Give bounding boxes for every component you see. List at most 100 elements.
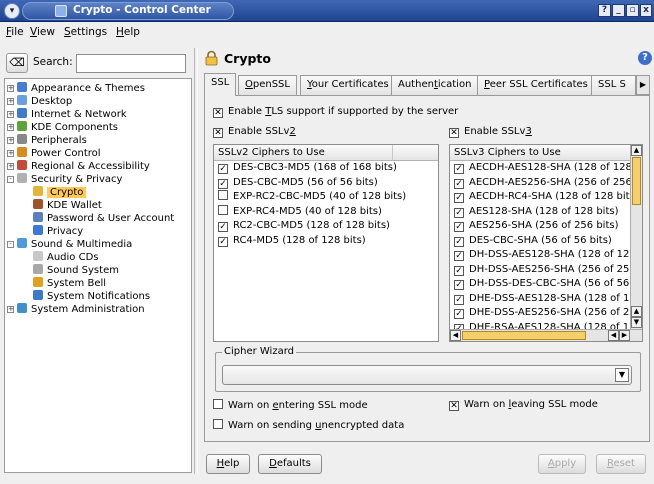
expand-icon[interactable]: + — [7, 150, 14, 157]
tls-support-checkbox[interactable]: ✕ Enable TLS support if supported by the … — [213, 106, 458, 118]
scroll-thumb[interactable] — [632, 157, 641, 205]
reset-button[interactable]: Reset — [596, 454, 646, 474]
tree-item[interactable]: Security & Privacy — [17, 173, 122, 186]
cipher-item[interactable]: ✓ DES-CBC-SHA (56 of 56 bits) — [450, 234, 630, 249]
scroll-up-icon[interactable]: ▲ — [631, 306, 642, 317]
cipher-item[interactable]: ✓ DES-CBC3-MD5 (168 of 168 bits) — [214, 161, 438, 176]
cipher-checkbox[interactable]: ✓ — [454, 236, 464, 247]
scroll-left-icon[interactable]: ◀ — [608, 330, 619, 341]
cipher-item[interactable]: ✓ DH-DSS-DES-CBC-SHA (56 of 56 b — [450, 277, 639, 292]
expand-icon[interactable]: + — [7, 124, 14, 131]
enable-sslv2-checkbox[interactable]: ✕ Enable SSLv2 — [213, 126, 296, 138]
tree-item[interactable]: System Administration — [17, 303, 145, 316]
tree-item[interactable]: Desktop — [17, 95, 72, 108]
cipher-item[interactable]: ✓ DHE-DSS-AES256-SHA (256 of 256 — [450, 306, 642, 321]
cipher-item[interactable]: ✓ RC2-CBC-MD5 (128 of 128 bits) — [214, 219, 438, 234]
cipher-item[interactable]: ✓ DH-DSS-AES128-SHA (128 of 128 — [450, 248, 636, 263]
collapse-icon[interactable]: - — [7, 241, 14, 248]
tree-item[interactable]: System Bell — [33, 277, 106, 290]
sslv3-vertical-scrollbar[interactable]: ▲ ▲ ▼ — [630, 145, 642, 329]
tree-item[interactable]: Appearance & Themes — [17, 82, 145, 95]
help-window-button[interactable]: ? — [598, 4, 611, 17]
expand-icon[interactable]: + — [7, 85, 14, 92]
tab-scroll-right-icon[interactable]: ▶ — [636, 75, 650, 95]
tree-item[interactable]: Privacy — [33, 225, 83, 238]
enable-sslv3-checkbox[interactable]: ✕ Enable SSLv3 — [449, 126, 532, 138]
h-scroll-thumb[interactable] — [462, 331, 586, 340]
cipher-checkbox[interactable]: ✓ — [454, 294, 464, 305]
help-icon[interactable]: ? — [638, 51, 652, 65]
cipher-checkbox[interactable]: ✓ — [454, 222, 464, 232]
tree-item[interactable]: System Notifications — [33, 290, 150, 303]
cipher-checkbox[interactable]: ✓ — [454, 309, 464, 319]
tab-openssl[interactable]: OpenSSL — [238, 75, 297, 95]
cipher-item[interactable]: ✓ AES256-SHA (256 of 256 bits) — [450, 219, 630, 234]
cipher-checkbox[interactable]: ✓ — [218, 178, 228, 189]
warn-leaving-checkbox[interactable]: ✕ Warn on leaving SSL mode — [449, 399, 598, 411]
expand-icon[interactable]: + — [7, 137, 14, 144]
search-input[interactable] — [76, 54, 186, 73]
tab-ssl-signers[interactable]: SSL S — [591, 75, 636, 95]
expand-icon[interactable]: + — [7, 98, 14, 105]
tree-item[interactable]: KDE Wallet — [33, 199, 102, 212]
menu-file[interactable]: File — [6, 26, 24, 38]
cipher-item[interactable]: ✓ AECDH-AES128-SHA (128 of 128 b — [450, 161, 641, 176]
help-button[interactable]: Help — [206, 454, 250, 474]
cipher-item[interactable]: ✓ DH-DSS-AES256-SHA (256 of 256 — [450, 263, 636, 278]
cipher-checkbox[interactable]: ✓ — [454, 164, 464, 174]
tab-your-certificates[interactable]: Your Certificates — [300, 75, 396, 95]
module-tree[interactable]: Appearance & Themes + Desktop + Internet & N… — [4, 78, 192, 473]
apply-button[interactable]: Apply — [538, 454, 586, 474]
cipher-checkbox[interactable]: ✓ — [454, 265, 464, 276]
sslv3-horizontal-scrollbar[interactable]: ◀ ◀ ▶ — [450, 329, 642, 341]
tree-item[interactable]: Power Control — [17, 147, 101, 160]
expand-icon[interactable]: + — [7, 111, 14, 118]
tab-authentication[interactable]: Authentication — [391, 75, 479, 95]
tree-item[interactable]: Peripherals — [17, 134, 87, 147]
expand-icon[interactable]: + — [7, 163, 14, 170]
sslv2-list-header[interactable]: SSLv2 Ciphers to Use — [214, 145, 438, 161]
warn-entering-checkbox[interactable]: Warn on entering SSL mode — [213, 399, 368, 411]
scroll-left-icon[interactable]: ◀ — [450, 330, 461, 341]
scroll-right-icon[interactable]: ▶ — [619, 330, 630, 341]
splitter-handle[interactable] — [194, 48, 198, 474]
sslv3-cipher-list[interactable]: SSLv3 Ciphers to Use ✓ AECDH-AES128-SHA (… — [449, 144, 643, 342]
cipher-checkbox[interactable]: ✓ — [454, 193, 464, 203]
expand-icon[interactable]: + — [7, 306, 14, 313]
cipher-checkbox[interactable]: ✓ — [218, 222, 228, 232]
tab-peer-ssl-certificates[interactable]: Peer SSL Certificates — [477, 75, 595, 95]
tree-item[interactable]: Audio CDs — [33, 251, 99, 264]
tab-ssl[interactable]: SSL — [204, 73, 237, 96]
sslv2-cipher-list[interactable]: SSLv2 Ciphers to Use ✓ DES-CBC3-MD5 (168 … — [213, 144, 439, 342]
collapse-icon[interactable]: - — [7, 176, 14, 183]
scroll-down-icon[interactable]: ▼ — [631, 317, 642, 328]
cipher-checkbox[interactable]: ✓ — [454, 251, 464, 261]
maximize-button[interactable]: ▫ — [626, 4, 639, 17]
cipher-item[interactable]: ✓ DHE-DSS-AES128-SHA (128 of 128 — [450, 292, 642, 307]
tree-item[interactable]: Sound System — [33, 264, 119, 277]
chevron-down-icon[interactable]: ▼ — [615, 368, 629, 382]
cipher-checkbox[interactable]: ✓ — [218, 236, 228, 247]
cipher-checkbox[interactable]: ✓ — [454, 280, 464, 290]
cipher-checkbox[interactable]: ✓ — [454, 207, 464, 218]
menu-settings[interactable]: Settings — [64, 26, 107, 38]
tree-item[interactable]: Sound & Multimedia — [17, 238, 132, 251]
clear-search-button[interactable]: ⌫ — [6, 53, 28, 73]
cipher-item[interactable]: EXP-RC2-CBC-MD5 (40 of 128 bits) — [214, 190, 438, 205]
menu-view[interactable]: View — [30, 26, 55, 38]
tree-item[interactable]: Crypto — [33, 186, 87, 199]
cipher-checkbox[interactable] — [218, 190, 228, 200]
cipher-checkbox[interactable]: ✓ — [454, 178, 464, 189]
cipher-wizard-combo[interactable]: ▼ — [222, 365, 632, 385]
warn-unencrypted-checkbox[interactable]: Warn on sending unencrypted data — [213, 419, 404, 431]
cipher-item[interactable]: EXP-RC4-MD5 (40 of 128 bits) — [214, 204, 438, 220]
cipher-item[interactable]: ✓ AECDH-AES256-SHA (256 of 256 b — [450, 176, 641, 191]
minimize-button[interactable]: _ — [612, 4, 625, 17]
defaults-button[interactable]: Defaults — [258, 454, 322, 474]
sslv3-list-header[interactable]: SSLv3 Ciphers to Use — [450, 145, 630, 161]
cipher-item[interactable]: ✓ AECDH-RC4-SHA (128 of 128 bits) — [450, 190, 639, 205]
cipher-checkbox[interactable]: ✓ — [218, 164, 228, 174]
tree-item[interactable]: Regional & Accessibility — [17, 160, 150, 173]
scroll-up-icon[interactable]: ▲ — [631, 145, 642, 156]
cipher-item[interactable]: ✓ AES128-SHA (128 of 128 bits) — [450, 205, 630, 220]
